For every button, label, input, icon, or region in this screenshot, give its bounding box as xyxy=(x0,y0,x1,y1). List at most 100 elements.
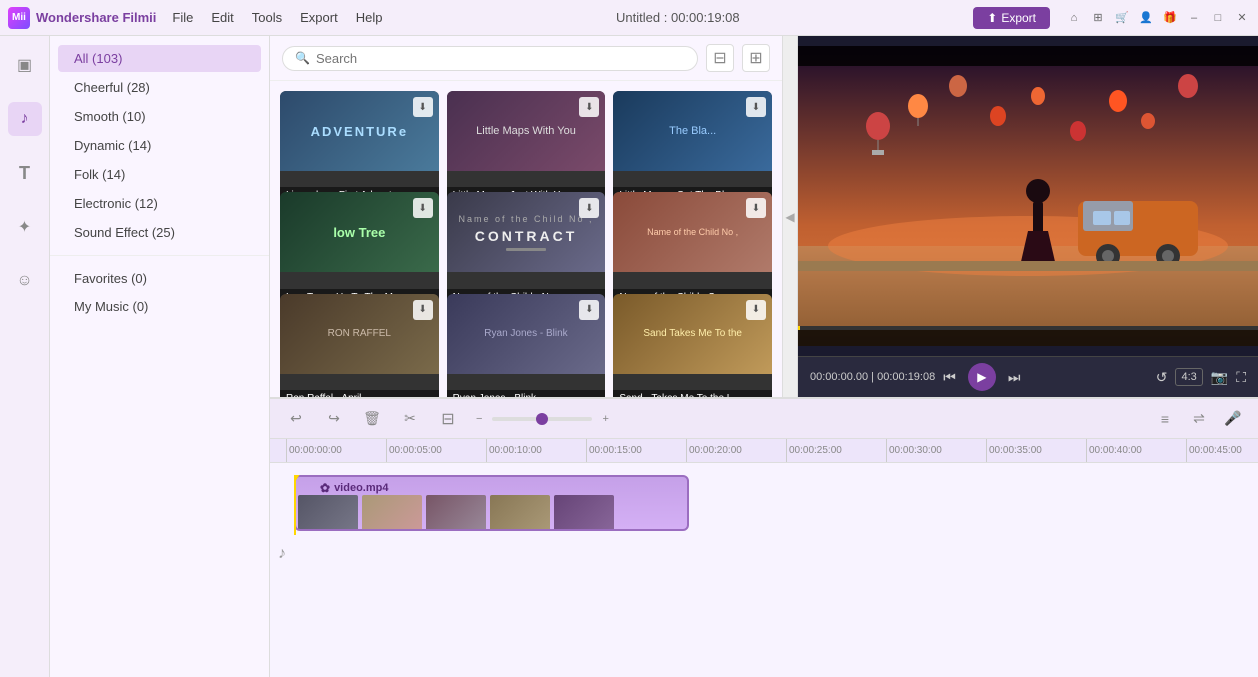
download-btn-9[interactable]: ⬇ xyxy=(746,300,766,320)
category-all[interactable]: All (103) xyxy=(58,45,261,72)
music-card-6[interactable]: Name of the Child No , Name of the Child… xyxy=(613,192,772,305)
export-icon: ⬆ xyxy=(987,11,997,25)
grid-icon[interactable]: ⊞ xyxy=(1090,10,1106,26)
content-area: 🔍 ⊟ ⊞ ADVENTURe Lior xyxy=(270,36,1258,677)
track-settings-button[interactable]: ≡ xyxy=(1152,406,1178,432)
preview-panel: 00:00:00.00 | 00:00:19:08 ⏮ ▶ ⏭ ↺ 4:3 📷 … xyxy=(798,36,1258,397)
app-name: Wondershare Filmii xyxy=(36,10,156,25)
music-card-4[interactable]: low Tree Low Tree - Up To The Mo... ⬇ xyxy=(280,192,439,305)
home-icon[interactable]: ⌂ xyxy=(1066,10,1082,26)
shop-icon[interactable]: 🛒 xyxy=(1114,10,1130,26)
replay-button[interactable]: ↺ xyxy=(1156,368,1168,386)
text-sidebar-btn[interactable]: T xyxy=(8,156,42,190)
music-card-2[interactable]: Little Maps With You Little Maps - Just … xyxy=(447,91,606,204)
camera-button[interactable]: 📷 xyxy=(1211,368,1228,386)
download-btn-8[interactable]: ⬇ xyxy=(579,300,599,320)
skip-forward-button[interactable]: ⏭ xyxy=(1008,369,1021,386)
category-my-music[interactable]: My Music (0) xyxy=(58,293,261,320)
card-text-3: The Bla... xyxy=(669,125,716,137)
video-track-row: ✿ video.mp4 xyxy=(270,471,1258,539)
music-card-8[interactable]: Ryan Jones - Blink Ryan Jones - Blink ⬇ xyxy=(447,294,606,397)
download-btn-1[interactable]: ⬇ xyxy=(413,97,433,117)
effect-sidebar-btn[interactable]: ✦ xyxy=(8,210,42,244)
zoom-in-icon[interactable]: + xyxy=(602,413,608,425)
music-card-1[interactable]: ADVENTURe Lior seker - First Adventu... … xyxy=(280,91,439,204)
ruler-mark-3: 00:00:15:00 xyxy=(586,439,686,462)
current-time: 00:00:00.00 | 00:00:19:08 xyxy=(810,371,935,383)
audio-settings-button[interactable]: ⇌ xyxy=(1186,406,1212,432)
ruler-mark-8: 00:00:40:00 xyxy=(1086,439,1186,462)
search-input[interactable] xyxy=(316,51,685,66)
playhead xyxy=(294,475,296,535)
close-button[interactable]: ✕ xyxy=(1234,10,1250,26)
media-sidebar-btn[interactable]: ▣ xyxy=(8,48,42,82)
ruler-mark-6: 00:00:30:00 xyxy=(886,439,986,462)
player-right-controls: ↺ 4:3 📷 ⛶ xyxy=(1156,368,1246,386)
maximize-button[interactable]: □ xyxy=(1210,10,1226,26)
card-text-5: CONTRACT xyxy=(475,228,578,244)
skip-back-button[interactable]: ⏮ xyxy=(943,369,956,386)
category-list: All (103) Cheerful (28) Smooth (10) Dyna… xyxy=(50,36,269,677)
ruler-mark-0: 00:00:00:00 xyxy=(286,439,386,462)
split-button[interactable]: ⊟ xyxy=(434,405,462,433)
sticker-sidebar-btn[interactable]: ☺ xyxy=(8,264,42,298)
clip-thumb-5 xyxy=(554,495,614,531)
download-btn-5[interactable]: ⬇ xyxy=(579,198,599,218)
preview-video xyxy=(798,36,1258,356)
download-btn-3[interactable]: ⬇ xyxy=(746,97,766,117)
menu-edit[interactable]: Edit xyxy=(211,10,233,25)
menu-export[interactable]: Export xyxy=(300,10,338,25)
category-folk[interactable]: Folk (14) xyxy=(58,161,261,188)
ruler-mark-9: 00:00:45:00 xyxy=(1186,439,1258,462)
filter-button[interactable]: ⊟ xyxy=(706,44,734,72)
menu-tools[interactable]: Tools xyxy=(252,10,282,25)
zoom-control: − + xyxy=(476,413,609,425)
music-track-icon: ♪ xyxy=(278,545,286,563)
zoom-out-icon[interactable]: − xyxy=(476,413,482,425)
fullscreen-button[interactable]: ⛶ xyxy=(1236,368,1246,386)
search-icon: 🔍 xyxy=(295,51,310,65)
export-button[interactable]: ⬆ Export xyxy=(973,7,1050,29)
redo-button[interactable]: ↪ xyxy=(320,405,348,433)
category-cheerful[interactable]: Cheerful (28) xyxy=(58,74,261,101)
menu-help[interactable]: Help xyxy=(356,10,383,25)
panel-collapse-btn[interactable]: ◀ xyxy=(782,36,798,397)
ruler-mark-1: 00:00:05:00 xyxy=(386,439,486,462)
music-card-3[interactable]: The Bla... Little Maps - Out The Blue ⬇ xyxy=(613,91,772,204)
logo-icon: Mii xyxy=(8,7,30,29)
music-card-5[interactable]: Name of the Child No , CONTRACT Name of … xyxy=(447,192,606,305)
clip-thumb-4 xyxy=(490,495,550,531)
category-favorites[interactable]: Favorites (0) xyxy=(58,265,261,292)
music-sidebar-btn[interactable]: ♪ xyxy=(8,102,42,136)
download-btn-7[interactable]: ⬇ xyxy=(413,300,433,320)
timeline-toolbar: ↩ ↪ 🗑 ✂ ⊟ − + ≡ ⇌ 🎤 xyxy=(270,399,1258,439)
category-smooth[interactable]: Smooth (10) xyxy=(58,103,261,130)
music-card-7[interactable]: RON RAFFEL Ron Raffel - April ⬇ xyxy=(280,294,439,397)
music-track-area: ♪ xyxy=(270,539,1258,569)
zoom-handle[interactable] xyxy=(536,413,548,425)
undo-button[interactable]: ↩ xyxy=(282,405,310,433)
zoom-slider[interactable] xyxy=(492,417,592,421)
download-btn-6[interactable]: ⬇ xyxy=(746,198,766,218)
view-toggle-button[interactable]: ⊞ xyxy=(742,44,770,72)
microphone-button[interactable]: 🎤 xyxy=(1220,406,1246,432)
timeline-area: ↩ ↪ 🗑 ✂ ⊟ − + ≡ ⇌ 🎤 xyxy=(270,397,1258,677)
music-card-9[interactable]: Sand Takes Me To the Sand - Takes Me To … xyxy=(613,294,772,397)
category-dynamic[interactable]: Dynamic (14) xyxy=(58,132,261,159)
timeline-right-controls: ≡ ⇌ 🎤 xyxy=(1152,406,1246,432)
cut-button[interactable]: ✂ xyxy=(396,405,424,433)
menu-file[interactable]: File xyxy=(172,10,193,25)
user-icon[interactable]: 👤 xyxy=(1138,10,1154,26)
delete-button[interactable]: 🗑 xyxy=(358,405,386,433)
card-label-9: Sand - Takes Me To the L... xyxy=(613,390,772,397)
minimize-button[interactable]: – xyxy=(1186,10,1202,26)
category-electronic[interactable]: Electronic (12) xyxy=(58,190,261,217)
category-sound-effect[interactable]: Sound Effect (25) xyxy=(58,219,261,246)
gift-icon[interactable]: 🎁 xyxy=(1162,10,1178,26)
play-button[interactable]: ▶ xyxy=(968,363,996,391)
window-controls: ⌂ ⊞ 🛒 👤 🎁 – □ ✕ xyxy=(1066,10,1250,26)
video-clip[interactable]: ✿ video.mp4 xyxy=(294,475,689,531)
download-btn-4[interactable]: ⬇ xyxy=(413,198,433,218)
aspect-ratio-button[interactable]: 4:3 xyxy=(1175,368,1202,386)
download-btn-2[interactable]: ⬇ xyxy=(579,97,599,117)
